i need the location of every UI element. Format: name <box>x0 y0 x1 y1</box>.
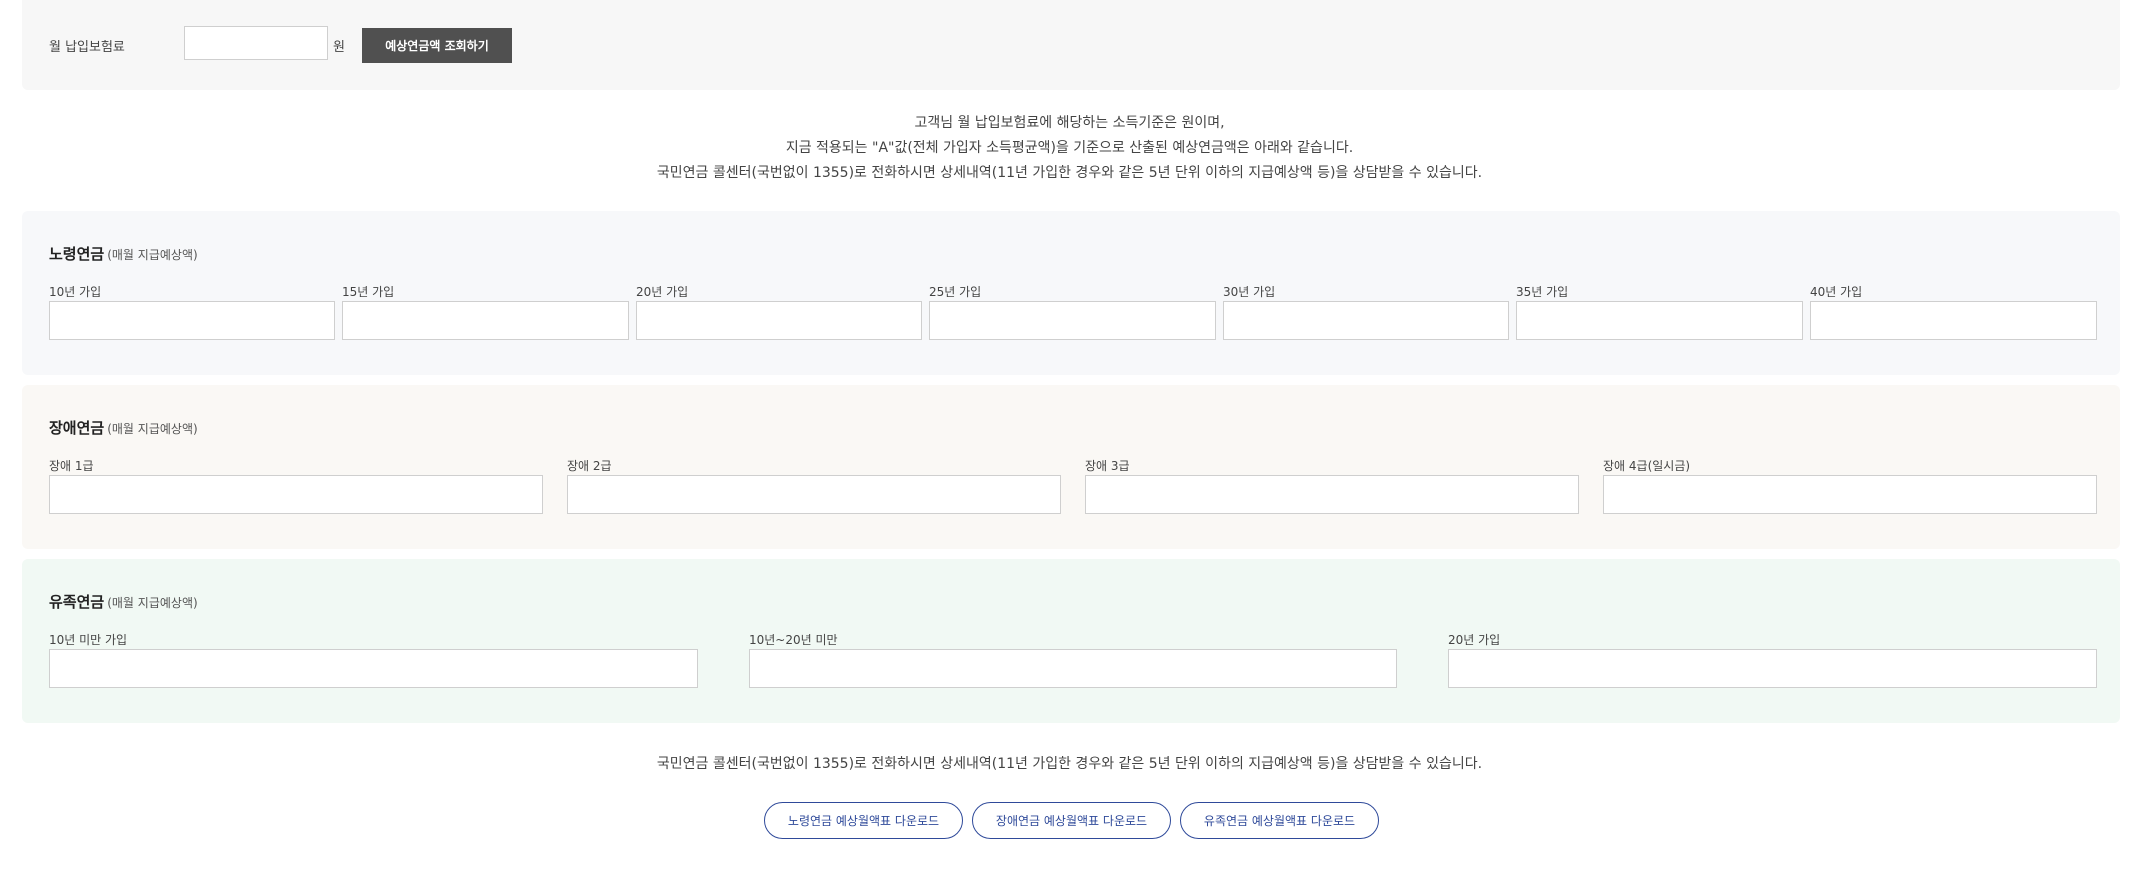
disability-grade4-input[interactable] <box>1603 475 2097 514</box>
field-label: 10년 가입 <box>49 285 102 299</box>
section-title: 유족연금 (매월 지급예상액) <box>49 591 198 612</box>
survivor-10to20y-input[interactable] <box>749 649 1397 688</box>
estimate-pension-button[interactable]: 예상연금액 조회하기 <box>362 28 512 63</box>
old-age-35y-input[interactable] <box>1516 301 1803 340</box>
survivor-pension-section: 유족연금 (매월 지급예상액) 10년 미만 가입 10년~20년 미만 20년 … <box>22 559 2120 723</box>
survivor-field: 10년~20년 미만 <box>749 631 1397 688</box>
field-label: 장애 1급 <box>49 459 94 473</box>
disability-title: 장애연금 <box>49 419 105 437</box>
survivor-field: 20년 가입 <box>1448 631 2097 688</box>
disability-subtitle: (매월 지급예상액) <box>107 422 198 436</box>
old-age-field: 30년 가입 <box>1223 283 1509 340</box>
callcenter-note: 국민연금 콜센터(국번없이 1355)로 전화하시면 상세내역(11년 가입한 … <box>656 756 1483 772</box>
field-label: 10년~20년 미만 <box>749 633 838 647</box>
section-title: 노령연금 (매월 지급예상액) <box>49 243 198 264</box>
section-title: 장애연금 (매월 지급예상액) <box>49 417 198 438</box>
old-age-10y-input[interactable] <box>49 301 335 340</box>
disability-field: 장애 4급(일시금) <box>1603 457 2097 514</box>
disability-grade2-input[interactable] <box>567 475 1061 514</box>
old-age-field: 40년 가입 <box>1810 283 2097 340</box>
premium-search-panel: 월 납입보험료 원 예상연금액 조회하기 <box>22 0 2120 90</box>
field-label: 15년 가입 <box>342 285 395 299</box>
survivor-table-download-button[interactable]: 유족연금 예상월액표 다운로드 <box>1180 802 1379 839</box>
field-label: 10년 미만 가입 <box>49 633 128 647</box>
field-label: 장애 2급 <box>567 459 612 473</box>
info-line-1: 고객님 월 납입보험료에 해당하는 소득기준은 원이며, <box>914 115 1225 131</box>
survivor-field: 10년 미만 가입 <box>49 631 698 688</box>
survivor-subtitle: (매월 지급예상액) <box>107 596 198 610</box>
old-age-20y-input[interactable] <box>636 301 922 340</box>
field-label: 장애 4급(일시금) <box>1603 459 1691 473</box>
survivor-under10y-input[interactable] <box>49 649 698 688</box>
old-age-title: 노령연금 <box>49 245 105 263</box>
disability-grade3-input[interactable] <box>1085 475 1579 514</box>
survivor-20y-input[interactable] <box>1448 649 2097 688</box>
old-age-table-download-button[interactable]: 노령연금 예상월액표 다운로드 <box>764 802 963 839</box>
field-label: 20년 가입 <box>636 285 689 299</box>
old-age-subtitle: (매월 지급예상액) <box>107 248 198 262</box>
old-age-25y-input[interactable] <box>929 301 1216 340</box>
field-label: 장애 3급 <box>1085 459 1130 473</box>
disability-pension-section: 장애연금 (매월 지급예상액) 장애 1급 장애 2급 장애 3급 장애 4급(일… <box>22 385 2120 549</box>
info-line-2: 지금 적용되는 "A"값(전체 가입자 소득평균액)을 기준으로 산출된 예상연… <box>785 140 1354 156</box>
old-age-15y-input[interactable] <box>342 301 629 340</box>
disability-table-download-button[interactable]: 장애연금 예상월액표 다운로드 <box>972 802 1171 839</box>
old-age-field: 10년 가입 <box>49 283 335 340</box>
old-age-field: 35년 가입 <box>1516 283 1803 340</box>
old-age-40y-input[interactable] <box>1810 301 2097 340</box>
survivor-title: 유족연금 <box>49 593 105 611</box>
old-age-pension-section: 노령연금 (매월 지급예상액) 10년 가입 15년 가입 20년 가입 25년 … <box>22 211 2120 375</box>
old-age-field: 25년 가입 <box>929 283 1216 340</box>
old-age-field: 20년 가입 <box>636 283 922 340</box>
disability-field: 장애 2급 <box>567 457 1061 514</box>
field-label: 30년 가입 <box>1223 285 1276 299</box>
disability-field: 장애 1급 <box>49 457 543 514</box>
disability-grade1-input[interactable] <box>49 475 543 514</box>
monthly-premium-input[interactable] <box>184 26 328 60</box>
monthly-premium-label: 월 납입보험료 <box>49 40 125 55</box>
info-line-3: 국민연금 콜센터(국번없이 1355)로 전화하시면 상세내역(11년 가입한 … <box>656 165 1483 181</box>
old-age-30y-input[interactable] <box>1223 301 1509 340</box>
disability-field: 장애 3급 <box>1085 457 1579 514</box>
field-label: 20년 가입 <box>1448 633 1501 647</box>
field-label: 35년 가입 <box>1516 285 1569 299</box>
currency-unit: 원 <box>333 40 345 55</box>
field-label: 40년 가입 <box>1810 285 1863 299</box>
old-age-field: 15년 가입 <box>342 283 629 340</box>
field-label: 25년 가입 <box>929 285 982 299</box>
